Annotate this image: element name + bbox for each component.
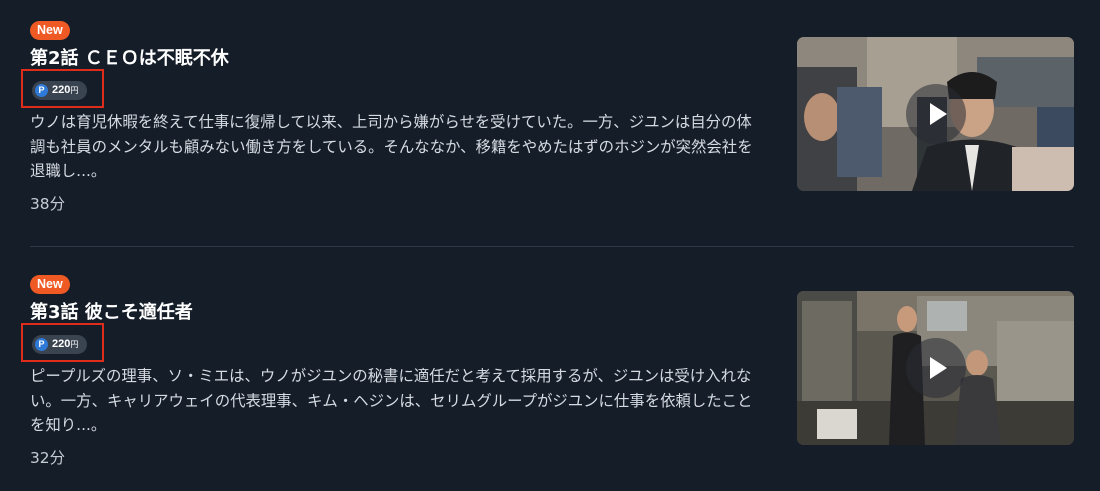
price-unit: 円: [70, 86, 79, 95]
price-badge: P 220円: [32, 81, 88, 100]
episode-thumbnail[interactable]: [797, 37, 1074, 191]
play-icon[interactable]: [906, 84, 966, 144]
new-badge: New: [30, 21, 70, 40]
price-value: 220円: [52, 338, 79, 350]
new-badge: New: [30, 275, 70, 294]
episode-title[interactable]: 第2話 ＣＥＯは不眠不休: [30, 47, 229, 71]
point-icon: P: [35, 84, 48, 97]
price-value: 220円: [52, 84, 79, 96]
episode-thumbnail[interactable]: [797, 291, 1074, 445]
price-highlight-box: P 220円: [21, 323, 104, 362]
price-badge: P 220円: [32, 335, 88, 354]
episode-description: ウノは育児休暇を終えて仕事に復帰して以来、上司から嫌がらせを受けていた。一方、ジ…: [30, 113, 753, 180]
episode-item[interactable]: New 第3話 彼こそ適任者 P 220円 ピープルズの理事、ソ・ミエは、ウノが…: [0, 254, 1100, 491]
divider: [30, 246, 1074, 247]
point-icon: P: [35, 338, 48, 351]
price-highlight-box: P 220円: [21, 69, 104, 108]
episode-list: New 第2話 ＣＥＯは不眠不休 P 220円 ウノは育児休暇を終えて仕事に復帰…: [0, 0, 1100, 491]
episode-title[interactable]: 第3話 彼こそ適任者: [30, 301, 193, 325]
episode-duration: 38分: [30, 195, 65, 213]
play-icon[interactable]: [906, 338, 966, 398]
episode-duration: 32分: [30, 449, 65, 467]
episode-description: ピープルズの理事、ソ・ミエは、ウノがジユンの秘書に適任だと考えて採用するが、ジユ…: [30, 367, 753, 434]
price-unit: 円: [70, 340, 79, 349]
episode-item[interactable]: New 第2話 ＣＥＯは不眠不休 P 220円 ウノは育児休暇を終えて仕事に復帰…: [0, 0, 1100, 247]
